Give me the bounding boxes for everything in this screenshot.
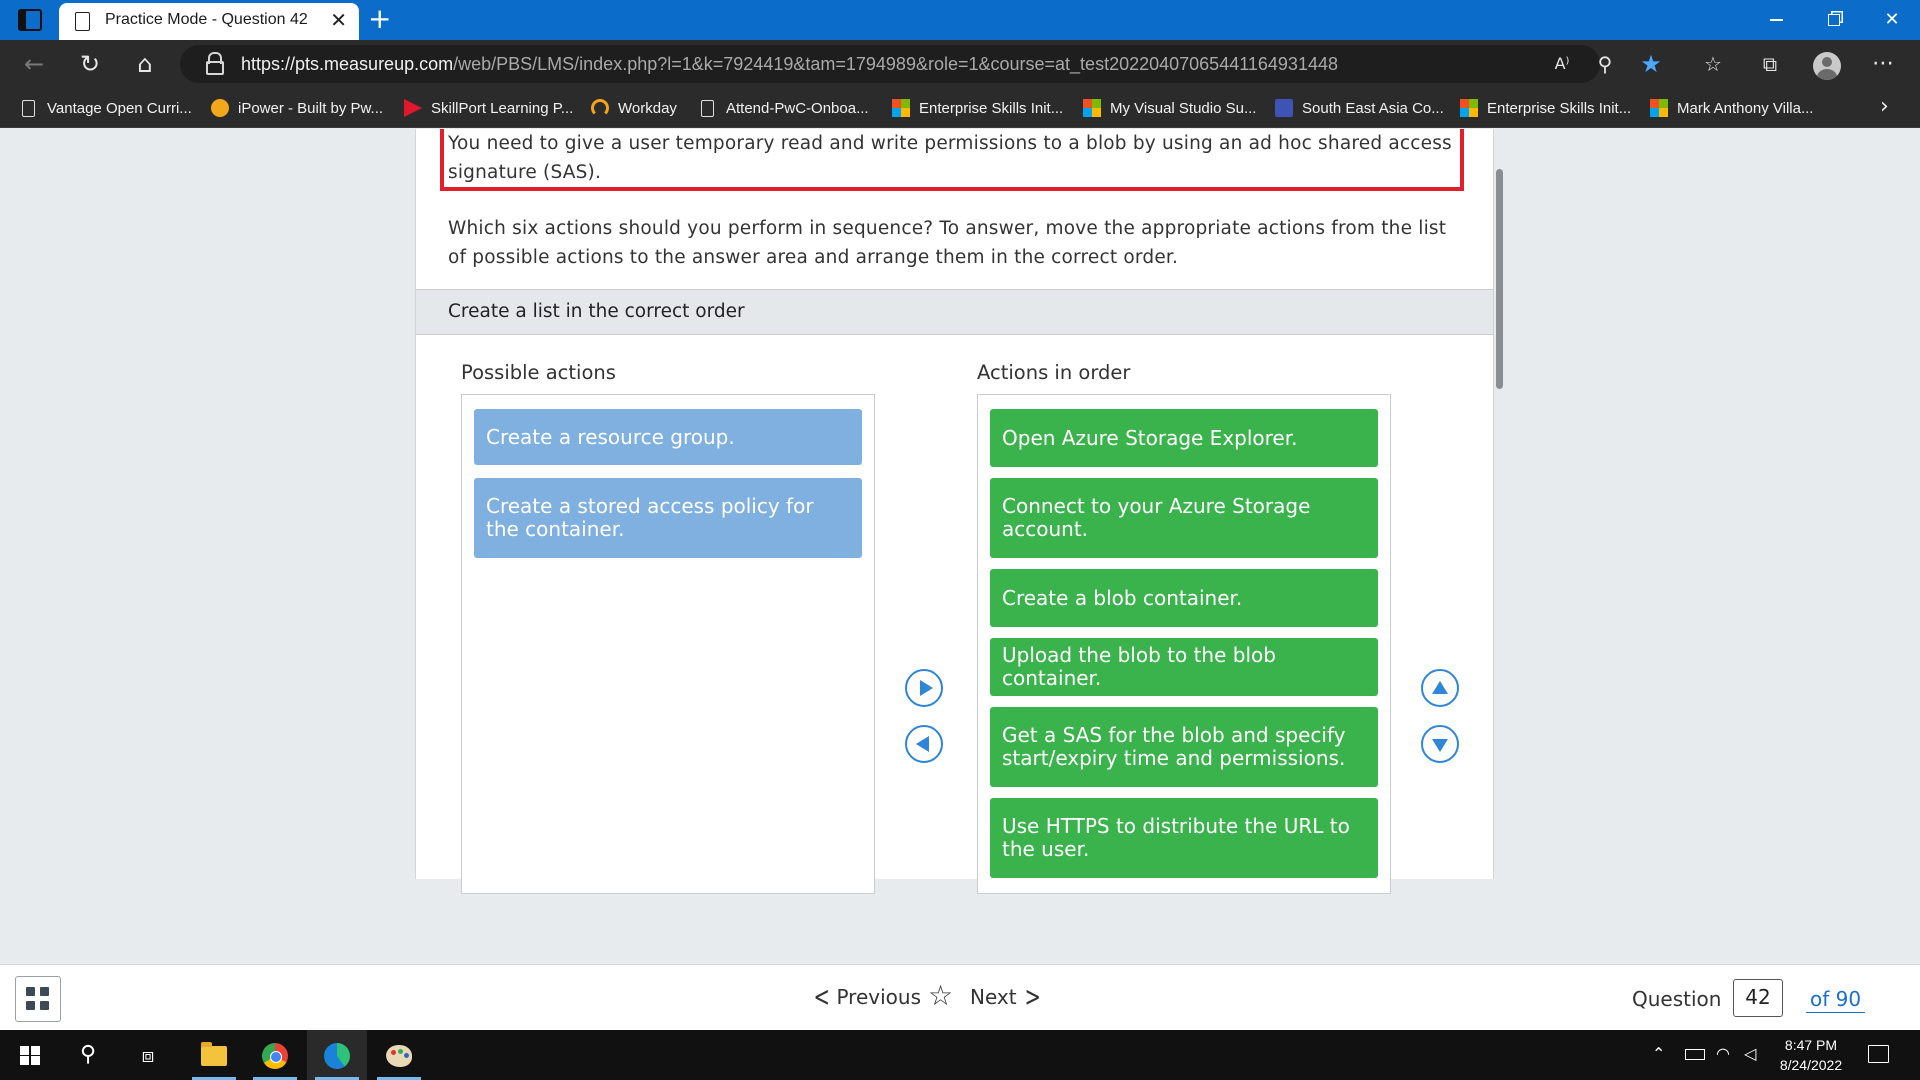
actions-in-order-list[interactable]: Open Azure Storage Explorer. Connect to … bbox=[977, 394, 1391, 894]
actions-in-order-title: Actions in order bbox=[977, 361, 1131, 384]
question-total-link[interactable]: of 90 bbox=[1806, 987, 1866, 1013]
close-tab-icon[interactable]: ✕ bbox=[330, 9, 347, 31]
home-button[interactable]: ⌂ bbox=[129, 48, 161, 80]
workday-icon bbox=[591, 99, 609, 117]
ordered-action-item[interactable]: Open Azure Storage Explorer. bbox=[990, 409, 1378, 467]
ordered-action-item[interactable]: Connect to your Azure Storage account. bbox=[990, 478, 1378, 558]
move-up-arrow-icon[interactable] bbox=[1421, 669, 1459, 707]
chrome-icon[interactable] bbox=[245, 1030, 305, 1080]
zoom-icon[interactable]: ⚲ bbox=[1588, 48, 1622, 80]
move-right-arrow-icon[interactable] bbox=[905, 669, 943, 707]
move-left-arrow-icon[interactable] bbox=[905, 725, 943, 763]
read-aloud-icon[interactable]: A⁾ bbox=[1545, 48, 1579, 80]
file-explorer-icon[interactable] bbox=[184, 1030, 244, 1080]
browser-tab[interactable]: Practice Mode - Question 42 ✕ bbox=[59, 3, 359, 40]
bookmark-item[interactable]: Enterprise Skills Init... bbox=[892, 97, 1063, 119]
back-button[interactable]: ← bbox=[18, 48, 50, 80]
bookmark-item[interactable]: Enterprise Skills Init... bbox=[1460, 97, 1631, 119]
show-hidden-icons-chevron-icon[interactable]: ⌃ bbox=[1652, 1044, 1665, 1063]
address-bar[interactable]: https://pts.measureup.com/web/PBS/LMS/in… bbox=[180, 45, 1600, 83]
tab-title: Practice Mode - Question 42 bbox=[105, 11, 308, 28]
bookmark-item[interactable]: Workday bbox=[591, 97, 677, 119]
url-text[interactable]: https://pts.measureup.com/web/PBS/LMS/in… bbox=[241, 54, 1338, 75]
task-view-icon[interactable]: ⧈ bbox=[118, 1030, 178, 1080]
possible-actions-list[interactable]: Create a resource group. Create a stored… bbox=[461, 394, 875, 894]
start-button[interactable] bbox=[0, 1030, 60, 1080]
bookmarks-bar: Vantage Open Curri... iPower - Built by … bbox=[0, 88, 1920, 128]
microsoft-icon bbox=[1650, 99, 1668, 117]
page-icon bbox=[75, 12, 90, 31]
favorites-icon[interactable]: ☆ bbox=[1696, 48, 1730, 80]
browser-title-bar: Practice Mode - Question 42 ✕ + ✕ bbox=[0, 0, 1920, 40]
more-bookmarks-chevron-icon[interactable]: › bbox=[1880, 94, 1889, 119]
collections-icon[interactable]: ⧉ bbox=[1753, 48, 1787, 80]
windows-taskbar: ⚲ ⧈ ⌃ ◠ ◁ 8:47 PM 8/24/2022 bbox=[0, 1030, 1920, 1080]
possible-action-item[interactable]: Create a resource group. bbox=[474, 409, 862, 465]
more-menu-icon[interactable]: ⋯ bbox=[1866, 48, 1900, 80]
close-window-button[interactable]: ✕ bbox=[1863, 0, 1920, 40]
ordered-action-item[interactable]: Upload the blob to the blob container. bbox=[990, 638, 1378, 696]
paint-icon[interactable] bbox=[369, 1030, 429, 1080]
bookmark-item[interactable]: SkillPort Learning P... bbox=[404, 97, 573, 119]
clock-date: 8/24/2022 bbox=[1779, 1057, 1843, 1073]
exam-footer: < Previous ☆ Next > Question 42 of 90 bbox=[0, 964, 1920, 1030]
tab-actions-icon[interactable] bbox=[18, 9, 42, 31]
bookmark-item[interactable]: Vantage Open Curri... bbox=[20, 97, 192, 119]
doc-icon bbox=[701, 99, 714, 117]
new-tab-button[interactable]: + bbox=[368, 4, 391, 34]
doc-icon bbox=[22, 99, 35, 117]
volume-icon[interactable]: ◁ bbox=[1744, 1044, 1756, 1063]
section-title: Create a list in the correct order bbox=[448, 301, 745, 322]
question-number-input[interactable]: 42 bbox=[1733, 979, 1783, 1017]
edge-icon[interactable] bbox=[307, 1030, 367, 1080]
notifications-icon[interactable] bbox=[1868, 1045, 1889, 1063]
chevron-left-icon: < bbox=[813, 980, 830, 1013]
ordered-action-item[interactable]: Use HTTPS to distribute the URL to the u… bbox=[990, 798, 1378, 878]
restore-button[interactable] bbox=[1805, 0, 1863, 40]
move-down-arrow-icon[interactable] bbox=[1421, 725, 1459, 763]
mark-question-star-icon[interactable]: ☆ bbox=[928, 979, 953, 1012]
profile-avatar[interactable] bbox=[1810, 48, 1844, 80]
exam-page: You need to give a user temporary read a… bbox=[0, 129, 1920, 964]
microsoft-icon bbox=[892, 99, 910, 117]
clock-time: 8:47 PM bbox=[1784, 1037, 1838, 1053]
lock-icon[interactable] bbox=[206, 52, 224, 75]
ordered-action-item[interactable]: Get a SAS for the blob and specify start… bbox=[990, 707, 1378, 787]
bookmark-item[interactable]: Mark Anthony Villa... bbox=[1650, 97, 1813, 119]
possible-action-item[interactable]: Create a stored access policy for the co… bbox=[474, 478, 862, 558]
section-header: Create a list in the correct order bbox=[416, 289, 1493, 335]
question-stem: You need to give a user temporary read a… bbox=[448, 133, 1452, 183]
wifi-icon[interactable]: ◠ bbox=[1716, 1044, 1730, 1063]
browser-toolbar: ← ↻ ⌂ https://pts.measureup.com/web/PBS/… bbox=[0, 40, 1920, 88]
battery-icon[interactable] bbox=[1685, 1049, 1705, 1060]
question-grid-icon[interactable] bbox=[15, 976, 61, 1022]
ipower-icon bbox=[211, 99, 229, 117]
minimize-button[interactable] bbox=[1747, 0, 1805, 40]
windows-logo-icon bbox=[20, 1045, 40, 1066]
favorite-star-icon[interactable]: ★ bbox=[1634, 48, 1668, 80]
question-label: Question bbox=[1632, 987, 1722, 1011]
next-button[interactable]: Next > bbox=[970, 983, 1044, 1011]
calendar-icon bbox=[1275, 99, 1293, 117]
ordered-action-item[interactable]: Create a blob container. bbox=[990, 569, 1378, 627]
system-clock[interactable]: 8:47 PM 8/24/2022 bbox=[1770, 1035, 1852, 1075]
previous-button[interactable]: < Previous bbox=[810, 983, 921, 1011]
chevron-right-icon: > bbox=[1024, 980, 1041, 1013]
page-scrollbar[interactable] bbox=[1496, 169, 1503, 389]
question-card: You need to give a user temporary read a… bbox=[415, 129, 1494, 894]
microsoft-icon bbox=[1083, 99, 1101, 117]
search-icon[interactable]: ⚲ bbox=[58, 1030, 118, 1080]
microsoft-icon bbox=[1460, 99, 1478, 117]
question-instructions: Which six actions should you perform in … bbox=[448, 218, 1447, 268]
skillport-icon bbox=[404, 99, 422, 117]
reload-button[interactable]: ↻ bbox=[74, 48, 106, 80]
possible-actions-title: Possible actions bbox=[461, 361, 616, 384]
bookmark-item[interactable]: My Visual Studio Su... bbox=[1083, 97, 1256, 119]
bookmark-item[interactable]: iPower - Built by Pw... bbox=[211, 97, 383, 119]
bookmark-item[interactable]: South East Asia Co... bbox=[1275, 97, 1444, 119]
bookmark-item[interactable]: Attend-PwC-Onboa... bbox=[699, 97, 869, 119]
